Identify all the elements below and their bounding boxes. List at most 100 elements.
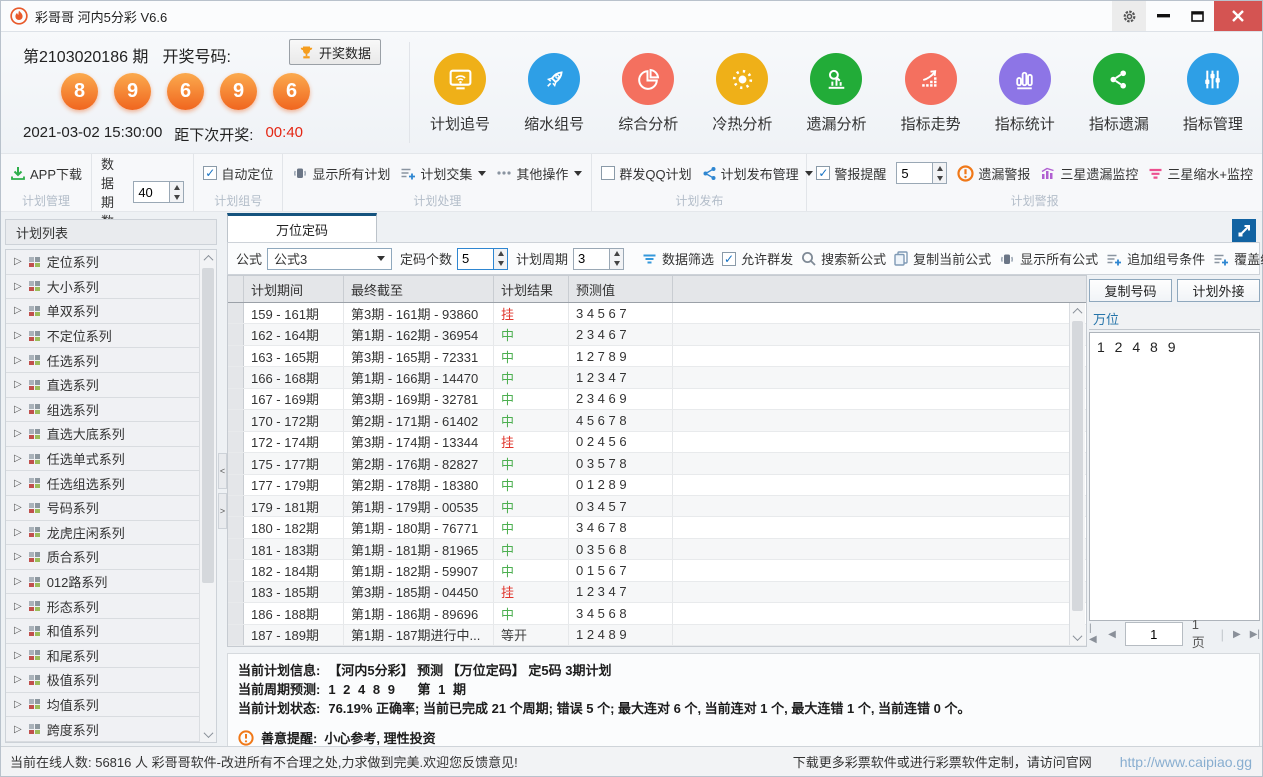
draw-data-button[interactable]: 开奖数据	[289, 39, 381, 65]
splitter-collapse-left[interactable]: <	[218, 453, 227, 489]
page-input[interactable]	[1125, 622, 1183, 646]
first-page-icon[interactable]: |◀	[1089, 623, 1099, 645]
row-selector[interactable]	[228, 432, 244, 452]
table-row[interactable]: 167 - 169期第3期 - 169期 - 32781中2 3 4 6 9	[228, 389, 1086, 410]
scrollbar-thumb[interactable]	[202, 268, 214, 583]
checkbox-checked-icon[interactable]: ✓	[203, 166, 217, 180]
show-all-plans-button[interactable]: 显示所有计划	[292, 164, 390, 183]
table-scrollbar[interactable]	[1069, 303, 1085, 645]
expand-arrow-icon[interactable]: ▷	[14, 305, 22, 316]
auto-position-checkbox[interactable]: ✓ 自动定位	[203, 164, 273, 183]
sidebar-item[interactable]: ▷012路系列	[6, 570, 216, 595]
close-icon[interactable]	[1214, 1, 1262, 31]
table-row[interactable]: 187 - 189期第1期 - 187期进行中...等开1 2 4 8 9	[228, 625, 1086, 646]
column-header[interactable]: 计划期间	[244, 276, 344, 302]
expand-arrow-icon[interactable]: ▷	[14, 551, 22, 562]
row-selector[interactable]	[228, 324, 244, 344]
expand-arrow-icon[interactable]: ▷	[14, 576, 22, 587]
expand-arrow-icon[interactable]: ▷	[14, 502, 22, 513]
next-page-icon[interactable]: ▶	[1233, 629, 1241, 640]
table-row[interactable]: 170 - 172期第2期 - 171期 - 61402中4 5 6 7 8	[228, 410, 1086, 431]
alert-value-input[interactable]	[896, 162, 932, 184]
sidebar-item[interactable]: ▷直选系列	[6, 373, 216, 398]
sidebar-item[interactable]: ▷定位系列	[6, 250, 216, 275]
table-row[interactable]: 177 - 179期第2期 - 178期 - 18380中0 1 2 8 9	[228, 475, 1086, 496]
sidebar-item[interactable]: ▷极值系列	[6, 668, 216, 693]
row-selector[interactable]	[228, 303, 244, 323]
omission-alert-button[interactable]: 遗漏警报	[957, 164, 1030, 183]
sidebar-item[interactable]: ▷号码系列	[6, 496, 216, 521]
data-filter-button[interactable]: 数据筛选	[642, 249, 714, 268]
row-selector[interactable]	[228, 560, 244, 580]
table-row[interactable]: 166 - 168期第1期 - 166期 - 14470中1 2 3 4 7	[228, 367, 1086, 388]
feature-indicator-manage[interactable]: 指标管理	[1166, 37, 1260, 150]
row-selector[interactable]	[228, 517, 244, 537]
sidebar-item[interactable]: ▷和值系列	[6, 619, 216, 644]
override-condition-button[interactable]: 覆盖组号条件	[1213, 249, 1263, 268]
table-row[interactable]: 175 - 177期第2期 - 176期 - 82827中0 3 5 7 8	[228, 453, 1086, 474]
other-ops-dropdown[interactable]: 其他操作	[496, 164, 582, 183]
scrollbar-thumb[interactable]	[1072, 321, 1083, 611]
column-header[interactable]: 最终截至	[344, 276, 494, 302]
column-header[interactable]: 预测值	[569, 276, 673, 302]
feature-indicator-omission[interactable]: 指标遗漏	[1072, 37, 1166, 150]
last-page-icon[interactable]: ▶|	[1250, 629, 1260, 640]
plan-cycle-stepper[interactable]	[573, 248, 624, 270]
publish-manage-dropdown[interactable]: 计划发布管理	[702, 164, 813, 183]
table-row[interactable]: 180 - 182期第1期 - 180期 - 76771中3 4 6 7 8	[228, 517, 1086, 538]
expand-arrow-icon[interactable]: ▷	[14, 625, 22, 636]
sidebar-item[interactable]: ▷单双系列	[6, 299, 216, 324]
copy-formula-button[interactable]: 复制当前公式	[894, 249, 991, 268]
stepper-arrows[interactable]	[609, 248, 624, 270]
row-selector[interactable]	[228, 496, 244, 516]
sidebar-item[interactable]: ▷龙虎庄闲系列	[6, 521, 216, 546]
row-selector[interactable]	[228, 453, 244, 473]
row-selector[interactable]	[228, 625, 244, 645]
table-row[interactable]: 179 - 181期第1期 - 179期 - 00535中0 3 4 5 7	[228, 496, 1086, 517]
stepper-arrows[interactable]	[169, 181, 184, 203]
feature-comprehensive-analysis[interactable]: 综合分析	[601, 37, 695, 150]
expand-panel-icon[interactable]	[1232, 219, 1256, 243]
scroll-up-icon[interactable]	[1070, 303, 1085, 319]
row-selector[interactable]	[228, 346, 244, 366]
checkbox-checked-icon[interactable]: ✓	[816, 166, 830, 180]
expand-arrow-icon[interactable]: ▷	[14, 699, 22, 710]
feature-shrink-group[interactable]: 缩水组号	[507, 37, 601, 150]
sidebar-item[interactable]: ▷任选组选系列	[6, 471, 216, 496]
stepper-arrows[interactable]	[932, 162, 947, 184]
expand-arrow-icon[interactable]: ▷	[14, 478, 22, 489]
table-row[interactable]: 163 - 165期第3期 - 165期 - 72331中1 2 7 8 9	[228, 346, 1086, 367]
prediction-numbers-box[interactable]: 1 2 4 8 9	[1089, 332, 1260, 621]
tab-wanwei-dingma[interactable]: 万位定码	[227, 213, 377, 243]
sidebar-item[interactable]: ▷任选单式系列	[6, 447, 216, 472]
row-selector[interactable]	[228, 389, 244, 409]
minimize-icon[interactable]	[1146, 1, 1180, 31]
sidebar-item[interactable]: ▷和尾系列	[6, 644, 216, 669]
row-selector[interactable]	[228, 367, 244, 387]
expand-arrow-icon[interactable]: ▷	[14, 256, 22, 267]
checkbox-unchecked-icon[interactable]	[601, 166, 615, 180]
table-row[interactable]: 159 - 161期第3期 - 161期 - 93860挂3 4 5 6 7	[228, 303, 1086, 324]
expand-arrow-icon[interactable]: ▷	[14, 330, 22, 341]
table-row[interactable]: 162 - 164期第1期 - 162期 - 36954中2 3 4 6 7	[228, 324, 1086, 345]
append-condition-button[interactable]: 追加组号条件	[1106, 249, 1205, 268]
expand-arrow-icon[interactable]: ▷	[14, 355, 22, 366]
sidebar-item[interactable]: ▷质合系列	[6, 545, 216, 570]
expand-arrow-icon[interactable]: ▷	[14, 428, 22, 439]
sidebar-item[interactable]: ▷直选大底系列	[6, 422, 216, 447]
splitter-expand-right[interactable]: >	[218, 493, 227, 529]
scroll-down-icon[interactable]	[1070, 629, 1085, 645]
row-selector[interactable]	[228, 539, 244, 559]
plan-cycle-input[interactable]	[573, 248, 609, 270]
formula-select[interactable]: 公式3	[267, 248, 392, 270]
expand-arrow-icon[interactable]: ▷	[14, 453, 22, 464]
expand-arrow-icon[interactable]: ▷	[14, 527, 22, 538]
copy-numbers-button[interactable]: 复制号码	[1089, 279, 1172, 302]
threestar-shrink-button[interactable]: 三星缩水+监控	[1148, 164, 1253, 183]
feature-indicator-trend[interactable]: 指标走势	[884, 37, 978, 150]
feature-hot-cold-analysis[interactable]: 冷热分析	[695, 37, 789, 150]
code-count-input[interactable]	[457, 248, 493, 270]
show-all-formula-button[interactable]: 显示所有公式	[999, 249, 1098, 268]
expand-arrow-icon[interactable]: ▷	[14, 674, 22, 685]
settings-gear-icon[interactable]	[1112, 1, 1146, 31]
